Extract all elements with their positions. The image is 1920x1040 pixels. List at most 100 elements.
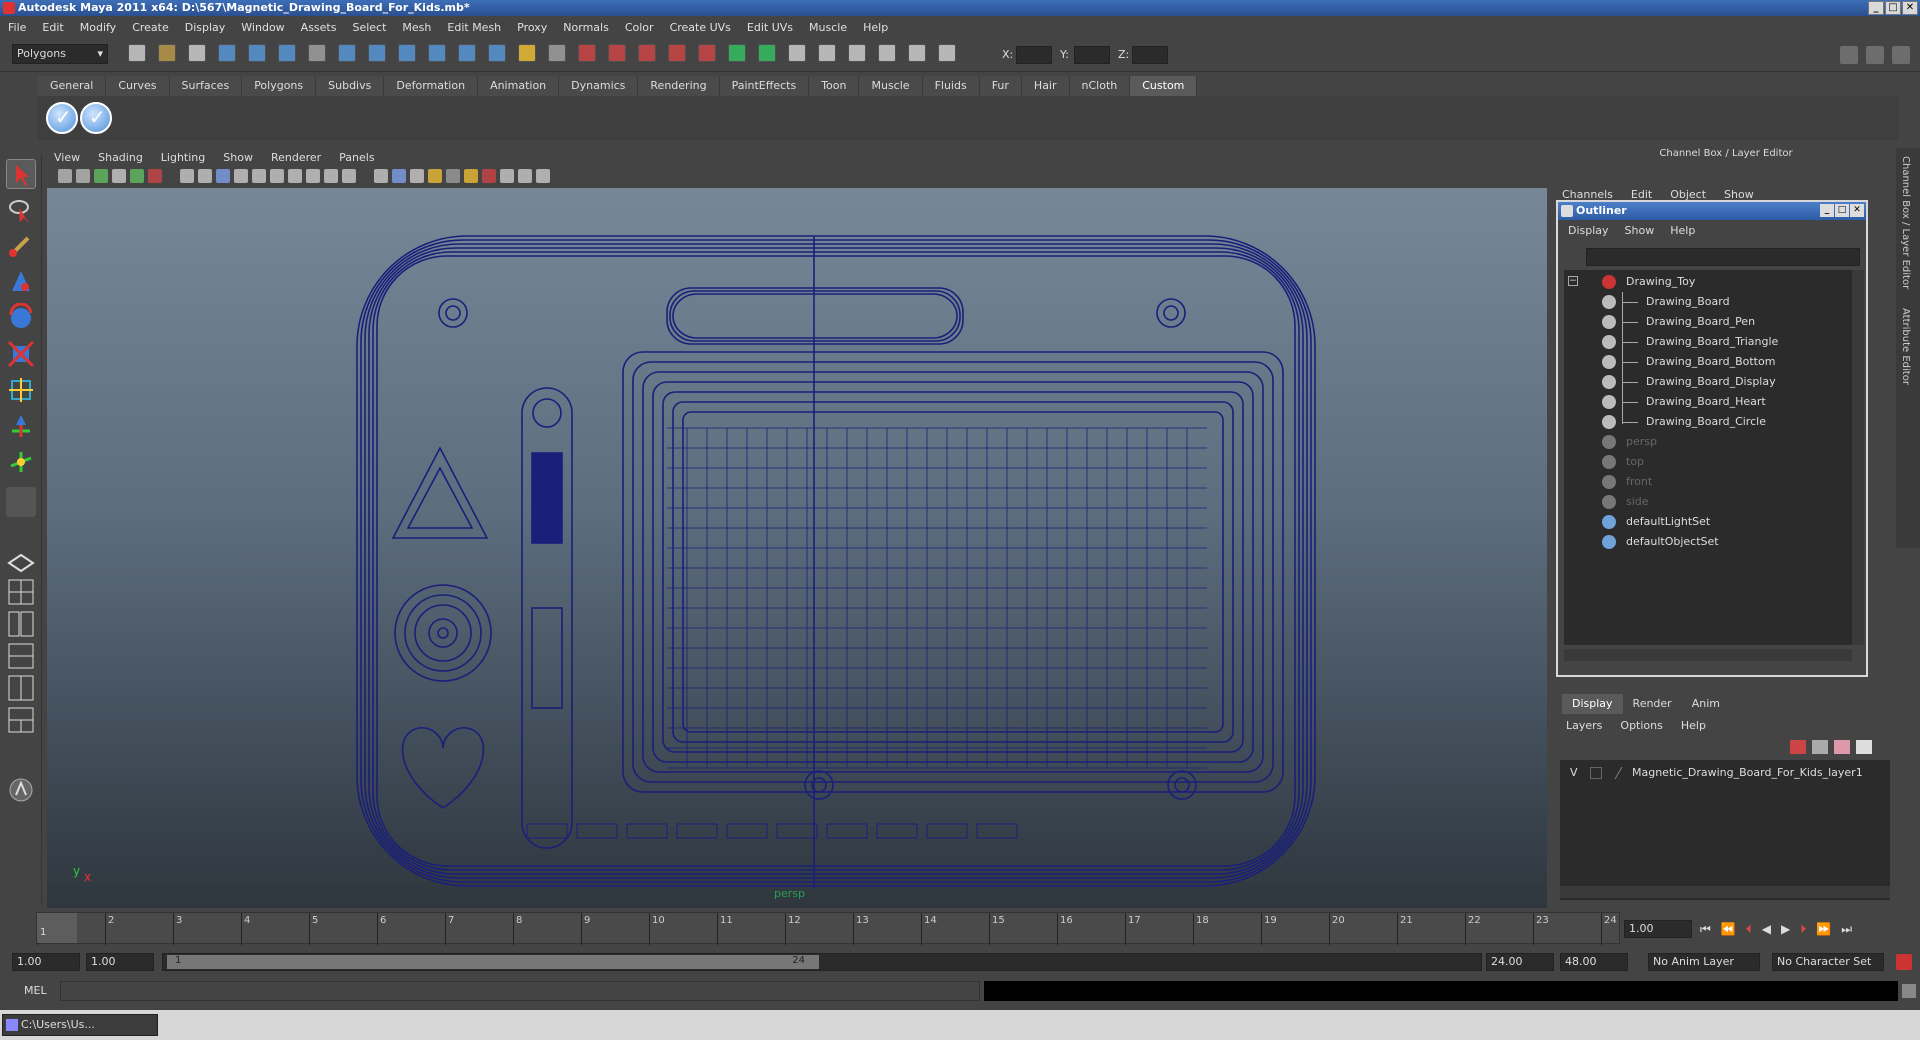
shelf-tab-surfaces[interactable]: Surfaces: [169, 76, 243, 96]
layout-outliner-persp-icon[interactable]: [6, 609, 36, 639]
outliner-item[interactable]: Drawing_Board_Circle: [1564, 412, 1852, 432]
outliner-menu-help[interactable]: Help: [1670, 224, 1695, 237]
close-panel-icon[interactable]: [1892, 46, 1910, 64]
status-tool-icon-4[interactable]: [218, 44, 236, 62]
layer-remove-icon[interactable]: [1856, 740, 1872, 754]
layout-toggle-icon[interactable]: [1866, 46, 1884, 64]
menu-normals[interactable]: Normals: [563, 21, 609, 34]
status-tool-icon-25[interactable]: [848, 44, 866, 62]
last-tool-icon[interactable]: [6, 487, 36, 517]
layer-horizontal-scrollbar[interactable]: [1560, 886, 1890, 898]
layer-tab-anim[interactable]: Anim: [1682, 694, 1730, 714]
panel-tool-icon-12[interactable]: [270, 169, 284, 183]
z-input[interactable]: [1132, 46, 1168, 64]
layer-options-icon[interactable]: [1812, 740, 1828, 754]
universal-manip-icon[interactable]: [6, 447, 36, 477]
shelf-tab-muscle[interactable]: Muscle: [859, 76, 923, 96]
panel-tool-icon-15[interactable]: [324, 169, 338, 183]
menu-window[interactable]: Window: [241, 21, 284, 34]
panel-tool-icon-18[interactable]: [392, 169, 406, 183]
panel-tool-icon-3[interactable]: [94, 169, 108, 183]
anim-layer-select[interactable]: No Anim Layer: [1648, 953, 1760, 971]
outliner-menu-display[interactable]: Display: [1568, 224, 1609, 237]
status-tool-icon-1[interactable]: [128, 44, 146, 62]
menu-edit[interactable]: Edit: [42, 21, 63, 34]
layer-type-toggle[interactable]: [1590, 767, 1602, 779]
viewport-persp[interactable]: y x persp: [47, 188, 1547, 908]
play-backward-icon[interactable]: ◀: [1762, 922, 1771, 937]
play-forward-icon[interactable]: ▶: [1781, 922, 1790, 937]
menu-muscle[interactable]: Muscle: [809, 21, 847, 34]
layer-tab-render[interactable]: Render: [1623, 694, 1682, 714]
menu-modify[interactable]: Modify: [80, 21, 116, 34]
status-tool-icon-18[interactable]: [638, 44, 656, 62]
status-tool-icon-20[interactable]: [698, 44, 716, 62]
range-handle[interactable]: 1 24: [167, 955, 819, 969]
anim-prefs-icon[interactable]: [1896, 954, 1912, 970]
end-time-field[interactable]: 48.00: [1560, 953, 1628, 971]
outliner-item[interactable]: top: [1564, 452, 1852, 472]
status-tool-icon-24[interactable]: [818, 44, 836, 62]
status-tool-icon-17[interactable]: [608, 44, 626, 62]
panel-menu-renderer[interactable]: Renderer: [271, 151, 321, 164]
new-layer-icon[interactable]: [1790, 740, 1806, 754]
rotate-tool-icon[interactable]: [6, 302, 36, 333]
script-editor-button[interactable]: [1902, 984, 1916, 998]
shelf-tab-subdivs[interactable]: Subdivs: [316, 76, 385, 96]
panel-tool-icon-13[interactable]: [288, 169, 302, 183]
status-tool-icon-11[interactable]: [428, 44, 446, 62]
paint-select-icon[interactable]: [6, 231, 36, 261]
menu-assets[interactable]: Assets: [301, 21, 337, 34]
go-to-end-icon[interactable]: ⏭: [1841, 922, 1852, 937]
panel-toggle-icon[interactable]: [1840, 46, 1858, 64]
shelf-tab-rendering[interactable]: Rendering: [638, 76, 720, 96]
outliner-item[interactable]: side: [1564, 492, 1852, 512]
outliner-horizontal-scrollbar[interactable]: [1564, 649, 1852, 661]
panel-tool-icon-6[interactable]: [148, 169, 162, 183]
status-tool-icon-5[interactable]: [248, 44, 266, 62]
x-input[interactable]: [1016, 46, 1052, 64]
layout-graph-persp-icon[interactable]: [6, 641, 36, 671]
outliner-item[interactable]: Drawing_Toy: [1564, 272, 1852, 292]
shelf-tab-hair[interactable]: Hair: [1021, 76, 1070, 96]
step-back-frame-icon[interactable]: ⏴: [1746, 922, 1752, 937]
menu-edit-uvs[interactable]: Edit UVs: [747, 21, 793, 34]
menu-file[interactable]: File: [8, 21, 26, 34]
status-tool-icon-22[interactable]: [758, 44, 776, 62]
maximize-button[interactable]: □: [1885, 1, 1901, 15]
shelf-tab-general[interactable]: General: [38, 76, 107, 96]
panel-tool-icon-16[interactable]: [342, 169, 356, 183]
step-forward-frame-icon[interactable]: ⏵: [1800, 922, 1806, 937]
panel-tool-icon-10[interactable]: [234, 169, 248, 183]
playback-start-field[interactable]: 1.00: [86, 953, 154, 971]
status-tool-icon-28[interactable]: [938, 44, 956, 62]
status-tool-icon-3[interactable]: [188, 44, 206, 62]
menu-select[interactable]: Select: [352, 21, 386, 34]
start-time-field[interactable]: 1.00: [12, 953, 80, 971]
select-tool-icon[interactable]: [6, 159, 36, 189]
status-tool-icon-19[interactable]: [668, 44, 686, 62]
sidetab-channelbox[interactable]: Channel Box / Layer Editor: [1900, 156, 1911, 289]
panel-tool-icon-5[interactable]: [130, 169, 144, 183]
status-tool-icon-2[interactable]: [158, 44, 176, 62]
outliner-item[interactable]: Drawing_Board_Pen: [1564, 312, 1852, 332]
panel-tool-icon-17[interactable]: [374, 169, 388, 183]
layer-row[interactable]: V Magnetic_Drawing_Board_For_Kids_layer1: [1560, 764, 1890, 782]
step-back-key-icon[interactable]: ⏪: [1721, 922, 1736, 937]
panel-tool-icon-1[interactable]: [58, 169, 72, 183]
mel-input[interactable]: [60, 981, 980, 1001]
panel-menu-panels[interactable]: Panels: [339, 151, 374, 164]
character-set-select[interactable]: No Character Set: [1772, 953, 1884, 971]
panel-tool-icon-11[interactable]: [252, 169, 266, 183]
outliner-vertical-scrollbar[interactable]: [1852, 270, 1864, 645]
mel-label[interactable]: MEL: [24, 984, 47, 997]
panel-tool-icon-20[interactable]: [428, 169, 442, 183]
minimize-button[interactable]: _: [1868, 1, 1884, 15]
layout-four-icon[interactable]: [6, 577, 36, 607]
status-tool-icon-8[interactable]: [338, 44, 356, 62]
panel-menu-shading[interactable]: Shading: [98, 151, 143, 164]
status-tool-icon-15[interactable]: [548, 44, 566, 62]
shelf-check-icon-1[interactable]: [46, 102, 78, 134]
layer-menu-options[interactable]: Options: [1620, 719, 1662, 732]
shelf-check-icon-2[interactable]: [80, 102, 112, 134]
